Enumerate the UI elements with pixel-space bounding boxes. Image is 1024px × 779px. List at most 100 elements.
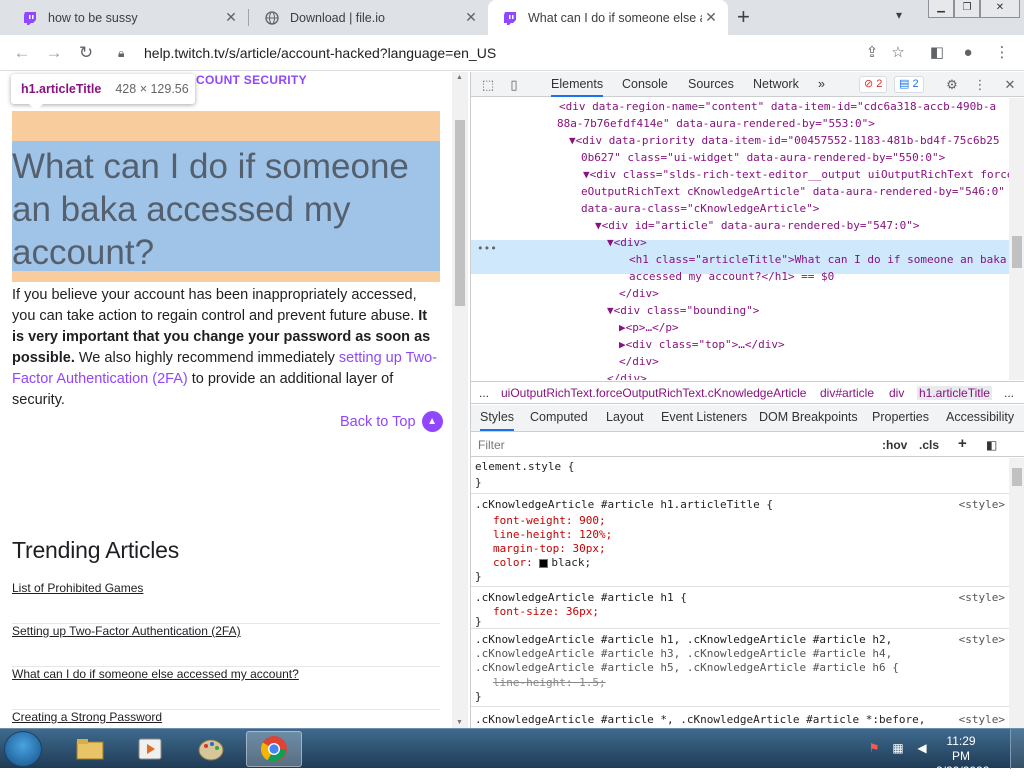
cls-toggle[interactable]: .cls [919, 438, 939, 452]
breadcrumb-item[interactable]: div [889, 386, 904, 400]
rule-property[interactable]: font-size: 36px; [493, 605, 599, 619]
restore-icon[interactable]: ❐ [954, 0, 980, 18]
device-toolbar-icon[interactable]: ▯ [505, 76, 523, 94]
trending-link[interactable]: What can I do if someone else accessed m… [12, 667, 440, 710]
dom-node-line[interactable]: ▼<div data-priority data-item-id="004575… [569, 132, 999, 149]
rule-property[interactable]: color: black; [493, 556, 591, 570]
back-to-top-link[interactable]: Back to Top ▲ [340, 411, 443, 432]
profile-avatar-icon[interactable]: ● [958, 43, 978, 63]
dom-node-line[interactable]: </div> [607, 370, 647, 380]
rule-property[interactable]: margin-top: 30px; [493, 542, 606, 556]
inspect-element-icon[interactable]: ⬚ [479, 76, 497, 94]
paint-icon[interactable] [183, 731, 239, 767]
elements-scrollbar[interactable] [1009, 98, 1024, 380]
close-window-icon[interactable]: ✕ [980, 0, 1020, 18]
new-rule-button[interactable]: + [958, 435, 967, 452]
tab-download-file-io[interactable]: Download | file.io ✕ [250, 0, 488, 35]
start-button-icon[interactable] [4, 731, 42, 767]
node-ellipsis-icon[interactable]: ••• [477, 240, 497, 257]
tab-properties[interactable]: Properties [872, 410, 929, 424]
breadcrumb-item[interactable]: ... [479, 386, 489, 400]
tab-console[interactable]: Console [622, 72, 668, 97]
dom-node-line[interactable]: data-aura-class="cKnowledgeArticle"> [581, 200, 819, 217]
error-badge[interactable]: ⊘ 2 [859, 76, 888, 93]
dom-node-line[interactable]: <div data-region-name="content" data-ite… [559, 98, 996, 115]
rule-source[interactable]: <style> [959, 633, 1005, 647]
tab-sources[interactable]: Sources [688, 72, 734, 97]
forward-arrow-icon[interactable]: → [43, 42, 65, 64]
dom-node-line[interactable]: <h1 class="articleTitle">What can I do i… [629, 251, 1007, 268]
dom-node-line[interactable]: 0b627" class="ui-widget" data-aura-rende… [581, 149, 945, 166]
rule-property[interactable]: line-height: 120%; [493, 528, 612, 542]
scroll-thumb[interactable] [1012, 468, 1022, 486]
trending-link[interactable]: List of Prohibited Games [12, 581, 440, 624]
breadcrumb-item-selected[interactable]: h1.articleTitle [917, 386, 992, 400]
rule-property[interactable]: font-weight: 900; [493, 514, 606, 528]
close-devtools-icon[interactable]: ✕ [1001, 76, 1019, 94]
trending-link[interactable]: Setting up Two-Factor Authentication (2F… [12, 624, 440, 667]
breadcrumb-item[interactable]: div#article [820, 386, 874, 400]
tab-event-listeners[interactable]: Event Listeners [661, 410, 747, 424]
back-arrow-icon[interactable]: ← [11, 42, 33, 64]
file-explorer-icon[interactable] [62, 731, 118, 767]
dom-node-line[interactable]: ▶<p>…</p> [619, 319, 679, 336]
dom-node-line[interactable]: ▼<div> [607, 234, 647, 251]
tab-styles[interactable]: Styles [480, 410, 515, 431]
tab-elements[interactable]: Elements [551, 72, 604, 97]
tab-account-hacked[interactable]: What can I do if someone else ac ✕ [488, 0, 728, 35]
chrome-icon[interactable] [246, 731, 302, 767]
network-icon[interactable]: ▦ [890, 741, 906, 757]
close-tab-icon[interactable]: ✕ [222, 9, 240, 26]
dom-node-line[interactable]: ▼<div class="bounding"> [607, 302, 759, 319]
trending-link[interactable]: Creating a Strong Password [12, 710, 440, 728]
settings-gear-icon[interactable]: ⚙ [943, 76, 961, 94]
tab-search-chevron-icon[interactable]: ▾ [896, 8, 902, 22]
computed-sidebar-icon[interactable]: ◧ [986, 438, 997, 452]
reload-icon[interactable]: ↻ [75, 42, 97, 64]
rule-source[interactable]: <style> [959, 498, 1005, 512]
more-tabs-icon[interactable]: » [818, 72, 825, 97]
tab-network[interactable]: Network [753, 72, 799, 97]
dom-node-line[interactable]: ▼<div class="slds-rich-text-editor__outp… [583, 166, 1013, 183]
tab-dom-breakpoints[interactable]: DOM Breakpoints [759, 410, 858, 424]
action-center-flag-icon[interactable]: ⚑ [866, 741, 882, 757]
filter-input[interactable]: Filter [478, 438, 505, 452]
close-tab-icon[interactable]: ✕ [702, 9, 720, 26]
tab-computed[interactable]: Computed [530, 410, 588, 424]
show-desktop-button[interactable] [1010, 729, 1024, 769]
address-bar[interactable]: 🔒︎ help.twitch.tv/s/article/account-hack… [110, 39, 920, 67]
rule-source[interactable]: <style> [959, 713, 1005, 727]
minimize-icon[interactable]: ▁ [928, 0, 954, 18]
menu-kebab-icon[interactable]: ⋮ [992, 43, 1012, 63]
color-swatch[interactable] [539, 558, 549, 568]
clock[interactable]: 11:29 PM 2/20/2022 [936, 734, 989, 779]
bookmark-star-icon[interactable]: ☆ [888, 43, 908, 63]
scroll-thumb[interactable] [1012, 236, 1022, 268]
rule-source[interactable]: <style> [959, 591, 1005, 605]
message-badge[interactable]: ▤ 2 [894, 76, 924, 93]
dom-node-line[interactable]: 88a-7b76efdf414e" data-aura-rendered-by=… [557, 115, 875, 132]
dom-node-line[interactable]: accessed my account?</h1> == $0 [629, 268, 834, 285]
new-tab-button[interactable]: + [737, 5, 750, 29]
dom-node-line[interactable]: eOutputRichText cKnowledgeArticle" data-… [581, 183, 1005, 200]
dom-node-line[interactable]: ▼<div id="article" data-aura-rendered-by… [595, 217, 920, 234]
tab-layout[interactable]: Layout [606, 410, 644, 424]
scroll-thumb[interactable] [455, 120, 465, 306]
tab-accessibility[interactable]: Accessibility [946, 410, 1014, 424]
tab-how-to-be-sussy[interactable]: how to be sussy ✕ [8, 0, 248, 35]
volume-icon[interactable]: ◀ [914, 741, 930, 757]
dom-node-line[interactable]: </div> [619, 285, 659, 302]
breadcrumb-item[interactable]: uiOutputRichText.forceOutputRichText.cKn… [501, 386, 806, 400]
devtools-menu-icon[interactable]: ⋮ [971, 76, 989, 94]
scroll-up-icon[interactable]: ▲ [456, 74, 463, 81]
media-player-icon[interactable] [122, 731, 178, 767]
dom-node-line[interactable]: </div> [619, 353, 659, 370]
breadcrumb-item[interactable]: ... [1004, 386, 1014, 400]
close-tab-icon[interactable]: ✕ [462, 9, 480, 26]
hov-toggle[interactable]: :hov [882, 438, 907, 452]
share-icon[interactable]: ⇪ [862, 43, 882, 63]
styles-scrollbar[interactable] [1009, 458, 1024, 728]
page-scrollbar[interactable]: ▲ ▼ [452, 72, 468, 728]
dom-node-line[interactable]: ▶<div class="top">…</div> [619, 336, 785, 353]
scroll-down-icon[interactable]: ▼ [456, 719, 463, 726]
